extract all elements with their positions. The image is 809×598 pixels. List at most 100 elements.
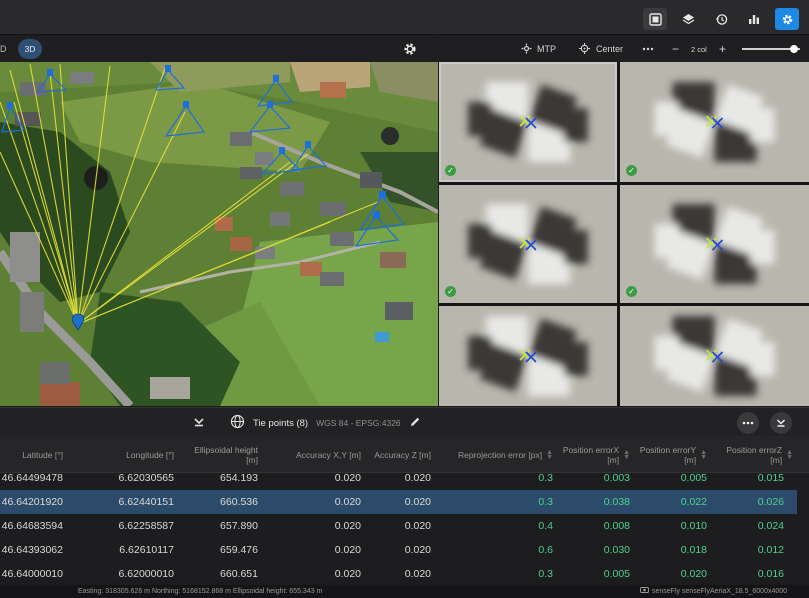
column-header-label: Reprojection error [px] <box>457 449 543 460</box>
more-options-icon[interactable] <box>642 41 654 57</box>
target-image <box>620 306 809 406</box>
image-tile[interactable] <box>439 306 617 406</box>
image-tile[interactable]: ✓ <box>620 185 809 303</box>
target-image <box>620 185 809 303</box>
column-header-label: Ellipsoidal height [m] <box>194 444 258 465</box>
table-row[interactable]: 46.64201920 6.62440151 660.536 0.020 0.020 0.… <box>0 490 797 514</box>
image-panel-toolbar: MTP Center − 2 col + <box>439 36 809 62</box>
column-header-label: Position errorY [m] <box>639 444 697 465</box>
table-row[interactable]: 46.64683594 6.62258587 657.890 0.020 0.020 0.… <box>0 514 797 538</box>
column-header-label: Latitude [°] <box>22 449 63 460</box>
table-cell-ez: 0.015 <box>757 472 784 484</box>
table-cell-h: 660.651 <box>220 568 258 580</box>
camera-info: senseFly senseFlyAeriaX_18.5_6000x4000 <box>640 585 787 598</box>
table-cell-lon: 6.62440151 <box>118 496 174 508</box>
table-cell-lon: 6.62610117 <box>119 544 174 556</box>
collapse-panel-icon[interactable] <box>192 415 206 429</box>
camera-model-label: senseFly senseFlyAeriaX_18.5_6000x4000 <box>652 588 788 595</box>
aerial-scene-graphic <box>0 62 438 406</box>
table-cell-ez: 0.026 <box>757 496 784 508</box>
validated-check-icon: ✓ <box>445 286 456 297</box>
column-header-label: Position errorX [m] <box>562 444 620 465</box>
tab-tie-points[interactable]: Tie points (8) WGS 84 - EPSG:4326 <box>230 414 421 432</box>
column-count-label: 2 col <box>691 44 707 54</box>
settings-icon[interactable] <box>775 8 799 30</box>
view-toolbar: D 3D <box>0 36 438 62</box>
zoom-in-button[interactable]: + <box>719 41 726 57</box>
table-cell-h: 659.476 <box>220 544 258 556</box>
view-settings-gear-icon[interactable] <box>402 41 418 57</box>
table-cell-lat: 46.64201920 <box>1 496 63 508</box>
table-cell-lat: 46.64683594 <box>1 520 63 532</box>
3d-scene-view[interactable] <box>0 62 438 406</box>
table-cell-az: 0.020 <box>404 520 431 532</box>
target-image <box>620 62 809 182</box>
target-image <box>439 62 617 182</box>
column-header-label: Accuracy X,Y [m] <box>295 449 361 460</box>
validated-check-icon: ✓ <box>626 165 637 176</box>
table-cell-az: 0.020 <box>404 568 431 580</box>
edit-pencil-icon[interactable] <box>409 416 421 431</box>
more-actions-button[interactable] <box>737 412 759 434</box>
table-cell-h: 657.890 <box>220 520 258 532</box>
image-tile[interactable]: ✓ <box>439 62 617 182</box>
sort-arrows-icon[interactable]: ▲ ▼ <box>700 449 707 461</box>
center-label: Center <box>596 44 624 54</box>
status-bar: Easting: 318305.626 m Northing: 5168152.… <box>0 585 809 598</box>
mode-3d-button[interactable]: 3D <box>18 39 42 59</box>
more-dots-icon <box>742 421 754 425</box>
center-icon <box>579 42 590 56</box>
table-cell-h: 654.193 <box>220 472 258 484</box>
table-cell-ez: 0.016 <box>757 568 784 580</box>
collapse-down-icon <box>776 419 786 427</box>
mtp-icon <box>521 43 532 56</box>
history-icon[interactable] <box>709 8 733 30</box>
layers-icon[interactable] <box>676 8 700 30</box>
table-cell-lat: 46.64393062 <box>1 544 63 556</box>
image-tile[interactable]: ✓ <box>439 185 617 303</box>
table-cell-az: 0.020 <box>404 472 431 484</box>
sort-arrows-icon[interactable]: ▲ ▼ <box>786 449 793 461</box>
image-grid: ✓ ✓ ✓ ✓ <box>439 62 809 406</box>
zoom-slider-thumb[interactable] <box>790 45 798 53</box>
table-row[interactable]: 46.64499478 6.62030565 654.193 0.020 0.020 0.… <box>0 466 797 490</box>
table-cell-lat: 46.64499478 <box>1 472 63 484</box>
mode-2d-button[interactable]: D <box>0 40 10 58</box>
image-tile[interactable]: ✓ <box>620 62 809 182</box>
cursor-coordinates: Easting: 318305.626 m Northing: 5168152.… <box>78 588 323 595</box>
table-cell-az: 0.020 <box>404 544 431 556</box>
table-panel-header: Tie points (8) WGS 84 - EPSG:4326 <box>0 407 809 436</box>
mtp-button[interactable]: MTP <box>521 41 556 57</box>
table-cell-ez: 0.024 <box>757 520 784 532</box>
top-app-bar <box>0 0 809 35</box>
sort-arrows-icon[interactable]: ▲ ▼ <box>546 449 553 461</box>
minimize-panel-button[interactable] <box>770 412 792 434</box>
target-image <box>439 306 617 406</box>
table-cell-lon: 6.62030565 <box>118 472 174 484</box>
images-view-icon[interactable] <box>643 8 667 30</box>
sort-arrows-icon[interactable]: ▲ ▼ <box>623 449 630 461</box>
coordinate-system-label: WGS 84 - EPSG:4326 <box>316 418 401 428</box>
globe-icon <box>230 414 245 432</box>
column-header-label: Position errorZ [m] <box>726 444 783 465</box>
mtp-label: MTP <box>537 44 556 54</box>
table-cell-az: 0.020 <box>404 496 431 508</box>
tie-points-table: Latitude [°] Longitude [°] Ellipsoidal hei… <box>0 436 809 580</box>
table-row[interactable]: 46.64393062 6.62610117 659.476 0.020 0.020 0.… <box>0 538 797 562</box>
table-cell-lon: 6.62258587 <box>118 520 174 532</box>
column-header-label: Longitude [°] <box>126 449 174 460</box>
target-image <box>439 185 617 303</box>
zoom-out-button[interactable]: − <box>672 41 679 57</box>
tie-points-title: Tie points (8) <box>253 417 309 429</box>
validated-check-icon: ✓ <box>445 165 456 176</box>
table-cell-lon: 6.62000010 <box>118 568 174 580</box>
table-cell-lat: 46.64000010 <box>1 568 63 580</box>
column-header-label: Accuracy Z [m] <box>374 449 431 460</box>
table-cell-ez: 0.012 <box>757 544 784 556</box>
validated-check-icon: ✓ <box>626 286 637 297</box>
table-cell-h: 660.536 <box>220 496 258 508</box>
bar-chart-icon[interactable] <box>742 8 766 30</box>
center-button[interactable]: Center <box>579 41 623 57</box>
table-row[interactable]: 46.64000010 6.62000010 660.651 0.020 0.020 0.… <box>0 562 797 580</box>
image-tile[interactable] <box>620 306 809 406</box>
